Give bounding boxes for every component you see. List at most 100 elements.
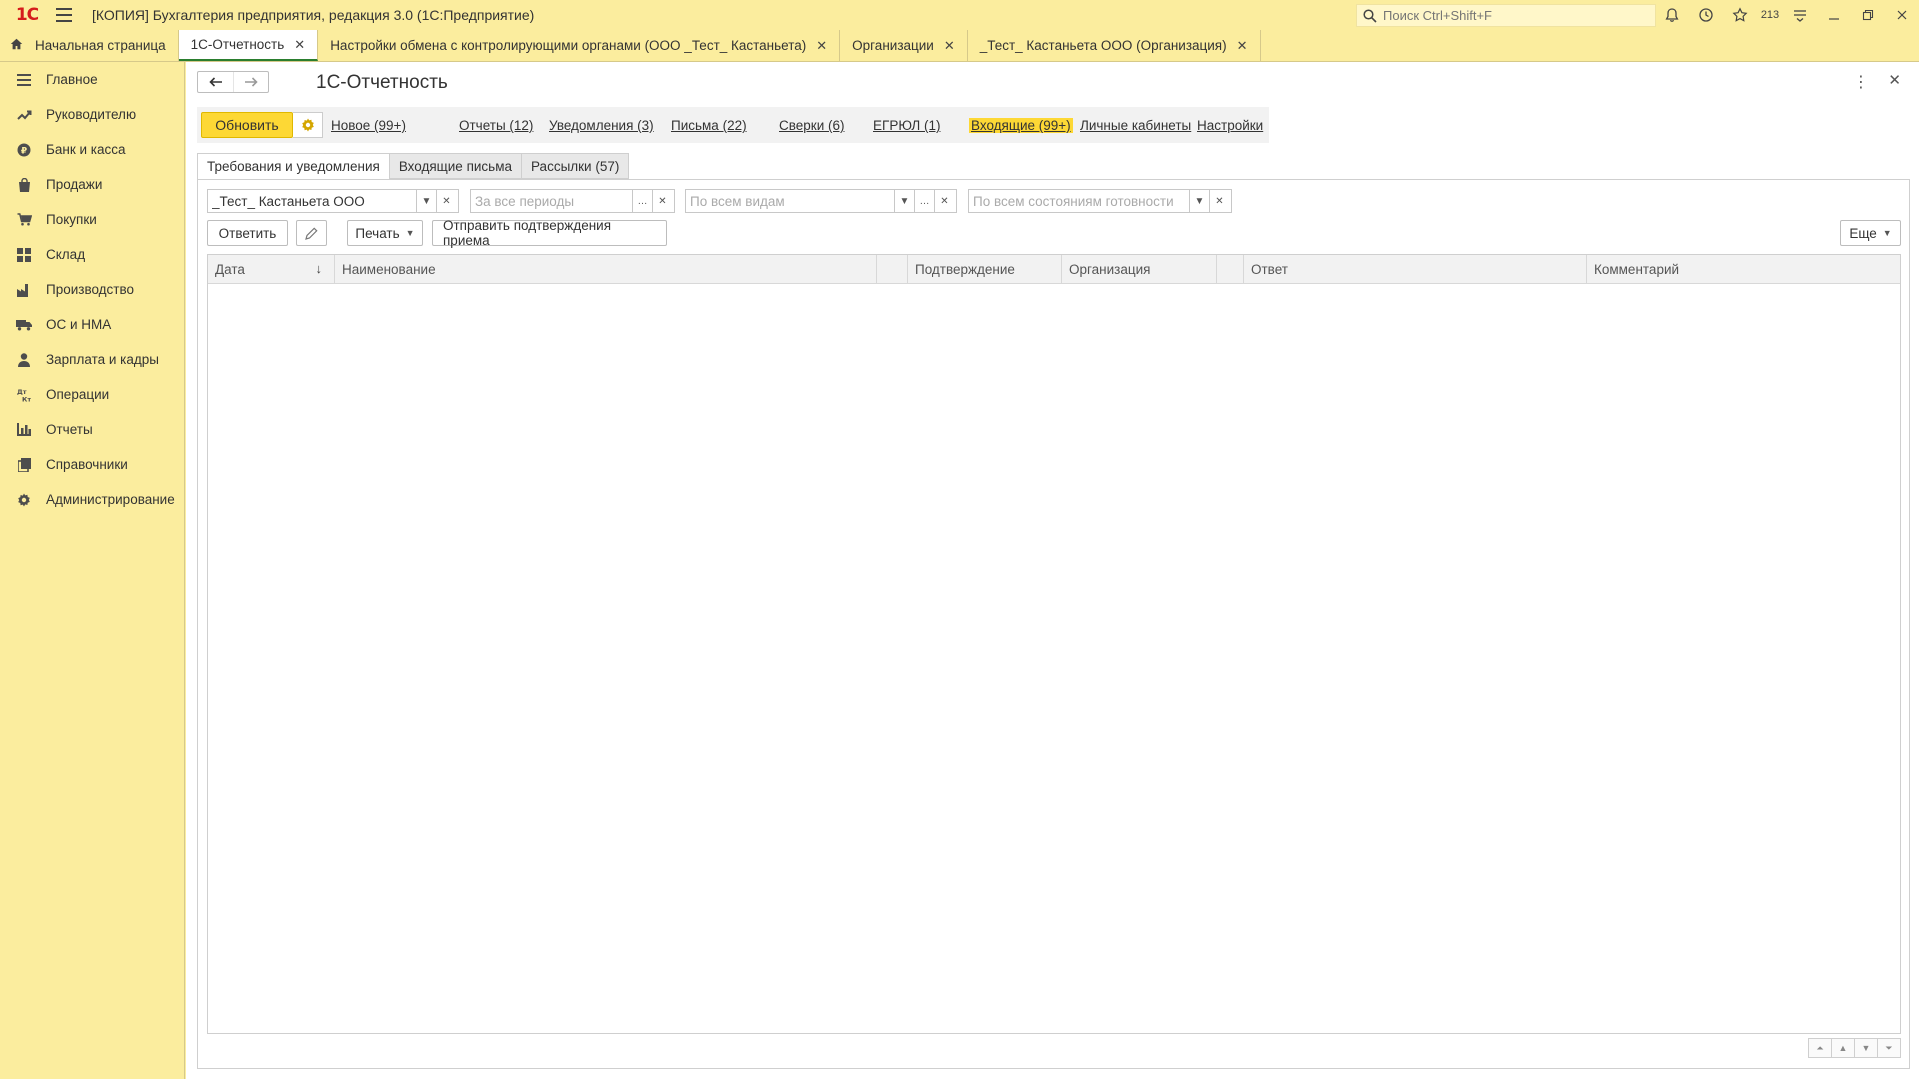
chevron-down-icon[interactable]: ▼ — [416, 190, 436, 212]
restore-icon[interactable] — [1851, 0, 1885, 30]
table-pager: ⏶ ▲ ▼ ⏷ — [1808, 1038, 1901, 1058]
column-organization[interactable]: Организация — [1062, 255, 1217, 284]
trend-icon — [16, 107, 32, 123]
column-label: Ответ — [1251, 262, 1288, 277]
sidebar-item-operations[interactable]: Дт Кт Операции — [0, 377, 184, 412]
link-notifications[interactable]: Уведомления (3) — [549, 118, 654, 133]
notification-count[interactable]: 213 — [1757, 9, 1783, 21]
link-incoming[interactable]: Входящие (99+) — [969, 118, 1073, 133]
close-window-icon[interactable] — [1885, 0, 1919, 30]
send-confirmations-button[interactable]: Отправить подтверждения приема — [432, 218, 667, 248]
search-input[interactable] — [1383, 8, 1643, 23]
link-reports[interactable]: Отчеты (12) — [459, 118, 533, 133]
link-cabinets[interactable]: Личные кабинеты — [1080, 118, 1191, 133]
forward-button[interactable] — [233, 72, 268, 92]
tab-requirements[interactable]: Требования и уведомления — [197, 153, 390, 180]
chevron-down-icon[interactable]: ▼ — [894, 190, 914, 212]
column-answer[interactable]: Ответ — [1244, 255, 1587, 284]
settings-lines-icon[interactable] — [1783, 0, 1817, 30]
kind-input[interactable] — [686, 190, 894, 212]
ellipsis-icon[interactable]: … — [632, 190, 652, 212]
more-vertical-icon[interactable]: ⋮ — [1853, 72, 1869, 92]
factory-icon — [16, 282, 32, 298]
arrow-left-icon — [208, 77, 222, 87]
clear-icon[interactable]: ✕ — [652, 190, 672, 212]
link-settings[interactable]: Настройки — [1197, 118, 1263, 133]
link-egrul[interactable]: ЕГРЮЛ (1) — [873, 118, 940, 133]
link-reconciliations[interactable]: Сверки (6) — [779, 118, 844, 133]
column-flag[interactable] — [1217, 255, 1244, 284]
requirements-table[interactable]: Дата ↓ Наименование Подтверждение Органи… — [207, 254, 1901, 1034]
update-settings-button[interactable] — [293, 112, 323, 138]
cart-icon — [16, 212, 32, 228]
close-form-icon[interactable]: ✕ — [1888, 71, 1901, 89]
period-input[interactable] — [471, 190, 632, 212]
print-button[interactable]: Печать ▼ — [347, 220, 423, 246]
link-letters[interactable]: Письма (22) — [671, 118, 747, 133]
tab-organization-card[interactable]: _Тест_ Кастаньета ООО (Организация) ✕ — [968, 30, 1261, 61]
tab-incoming-letters[interactable]: Входящие письма — [388, 153, 522, 179]
history-nav — [197, 71, 269, 93]
sidebar-item-label: Отчеты — [46, 422, 93, 437]
organization-filter[interactable]: ▼ ✕ — [207, 189, 459, 213]
back-button[interactable] — [198, 72, 233, 92]
main-menu-icon[interactable] — [56, 8, 72, 22]
table-header: Дата ↓ Наименование Подтверждение Органи… — [208, 255, 1900, 284]
prev-page-icon[interactable]: ▲ — [1831, 1038, 1855, 1058]
sidebar-item-warehouse[interactable]: Склад — [0, 237, 184, 272]
tab-home[interactable]: Начальная страница — [0, 30, 179, 61]
sidebar-item-salary[interactable]: Зарплата и кадры — [0, 342, 184, 377]
close-icon[interactable]: ✕ — [816, 38, 827, 54]
sidebar-item-main[interactable]: Главное — [0, 62, 184, 97]
clear-icon[interactable]: ✕ — [1209, 190, 1229, 212]
chevron-down-icon[interactable]: ▼ — [1189, 190, 1209, 212]
tab-organizations[interactable]: Организации ✕ — [840, 30, 968, 61]
organization-input[interactable] — [208, 190, 416, 212]
sidebar-item-label: Администрирование — [46, 492, 175, 507]
period-filter[interactable]: … ✕ — [470, 189, 675, 213]
ellipsis-icon[interactable]: … — [914, 190, 934, 212]
state-filter[interactable]: ▼ ✕ — [968, 189, 1232, 213]
kind-filter[interactable]: ▼ … ✕ — [685, 189, 957, 213]
close-icon[interactable]: ✕ — [1237, 38, 1248, 54]
sidebar-item-manager[interactable]: Руководителю — [0, 97, 184, 132]
state-input[interactable] — [969, 190, 1189, 212]
bell-icon[interactable] — [1655, 0, 1689, 30]
tab-mailings[interactable]: Рассылки (57) — [521, 153, 630, 179]
column-date[interactable]: Дата ↓ — [208, 255, 335, 284]
sidebar-item-reports[interactable]: Отчеты — [0, 412, 184, 447]
star-icon[interactable] — [1723, 0, 1757, 30]
sidebar-item-label: Банк и касса — [46, 142, 126, 157]
sidebar-item-production[interactable]: Производство — [0, 272, 184, 307]
chevron-down-icon: ▼ — [405, 228, 415, 238]
bar-chart-icon — [16, 422, 32, 438]
minimize-icon[interactable] — [1817, 0, 1851, 30]
link-new[interactable]: Новое (99+) — [331, 118, 406, 133]
column-icon[interactable] — [877, 255, 908, 284]
close-icon[interactable]: ✕ — [944, 38, 955, 54]
history-icon[interactable] — [1689, 0, 1723, 30]
tab-1c-reporting[interactable]: 1С-Отчетность ✕ — [178, 30, 319, 61]
clear-icon[interactable]: ✕ — [436, 190, 456, 212]
close-icon[interactable]: ✕ — [294, 37, 305, 53]
column-comment[interactable]: Комментарий — [1587, 255, 1900, 284]
sidebar-item-directories[interactable]: Справочники — [0, 447, 184, 482]
sidebar-item-purchases[interactable]: Покупки — [0, 202, 184, 237]
sidebar-item-administration[interactable]: Администрирование — [0, 482, 184, 517]
reply-button[interactable]: Ответить — [207, 220, 288, 246]
column-name[interactable]: Наименование — [335, 255, 877, 284]
global-search[interactable] — [1356, 4, 1656, 27]
sidebar-item-fixed-assets[interactable]: ОС и НМА — [0, 307, 184, 342]
edit-button[interactable] — [296, 220, 327, 246]
column-confirmation[interactable]: Подтверждение — [908, 255, 1062, 284]
last-page-icon[interactable]: ⏷ — [1877, 1038, 1901, 1058]
next-page-icon[interactable]: ▼ — [1854, 1038, 1878, 1058]
first-page-icon[interactable]: ⏶ — [1808, 1038, 1832, 1058]
gear-icon — [16, 492, 32, 508]
tab-exchange-settings[interactable]: Настройки обмена с контролирующими орган… — [318, 30, 841, 61]
update-button[interactable]: Обновить — [201, 112, 293, 138]
clear-icon[interactable]: ✕ — [934, 190, 954, 212]
sidebar-item-sales[interactable]: Продажи — [0, 167, 184, 202]
more-button[interactable]: Еще ▼ — [1840, 220, 1901, 246]
sidebar-item-bank[interactable]: ₽ Банк и касса — [0, 132, 184, 167]
